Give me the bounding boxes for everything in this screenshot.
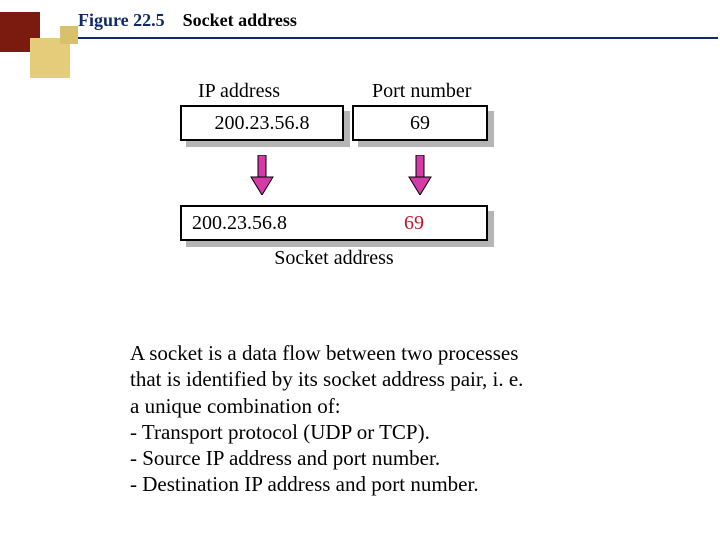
diagram-arrows: [180, 155, 500, 195]
figure-title: Socket address: [183, 10, 297, 30]
body-line-4: - Transport protocol (UDP or TCP).: [130, 419, 560, 445]
header-rule: [78, 37, 718, 39]
combined-ip-value: 200.23.56.8: [192, 213, 352, 233]
slide-header: Figure 22.5 Socket address: [78, 10, 710, 39]
body-line-3: a unique combination of:: [130, 393, 560, 419]
combined-port-value: 69: [352, 213, 476, 233]
body-text: A socket is a data flow between two proc…: [130, 340, 560, 498]
body-line-6: - Destination IP address and port number…: [130, 471, 560, 497]
arrow-ip-box: [180, 155, 344, 195]
body-line-2: that is identified by its socket address…: [130, 366, 560, 392]
diagram-value-row: 200.23.56.8 69: [180, 105, 500, 141]
arrow-down-icon: [407, 155, 433, 195]
arrow-down-icon: [249, 155, 275, 195]
label-port-number: Port number: [366, 80, 512, 103]
arrow-port-box: [352, 155, 488, 195]
socket-diagram: IP address Port number 200.23.56.8 69: [180, 80, 500, 270]
socket-combined-cell: 200.23.56.8 69: [180, 205, 488, 241]
combined-value-cell: 200.23.56.8 69: [180, 205, 488, 241]
label-socket-address: Socket address: [180, 247, 488, 270]
label-ip-address: IP address: [180, 80, 358, 103]
diagram-top-labels: IP address Port number: [180, 80, 500, 103]
figure-number: Figure 22.5: [78, 10, 165, 30]
port-value-cell: 69: [352, 105, 488, 141]
ip-cell-wrap: 200.23.56.8: [180, 105, 344, 141]
body-line-5: - Source IP address and port number.: [130, 445, 560, 471]
port-cell-wrap: 69: [352, 105, 488, 141]
ip-value-cell: 200.23.56.8: [180, 105, 344, 141]
deco-square-small: [60, 26, 78, 44]
body-line-1: A socket is a data flow between two proc…: [130, 340, 560, 366]
deco-square-medium: [30, 38, 70, 78]
